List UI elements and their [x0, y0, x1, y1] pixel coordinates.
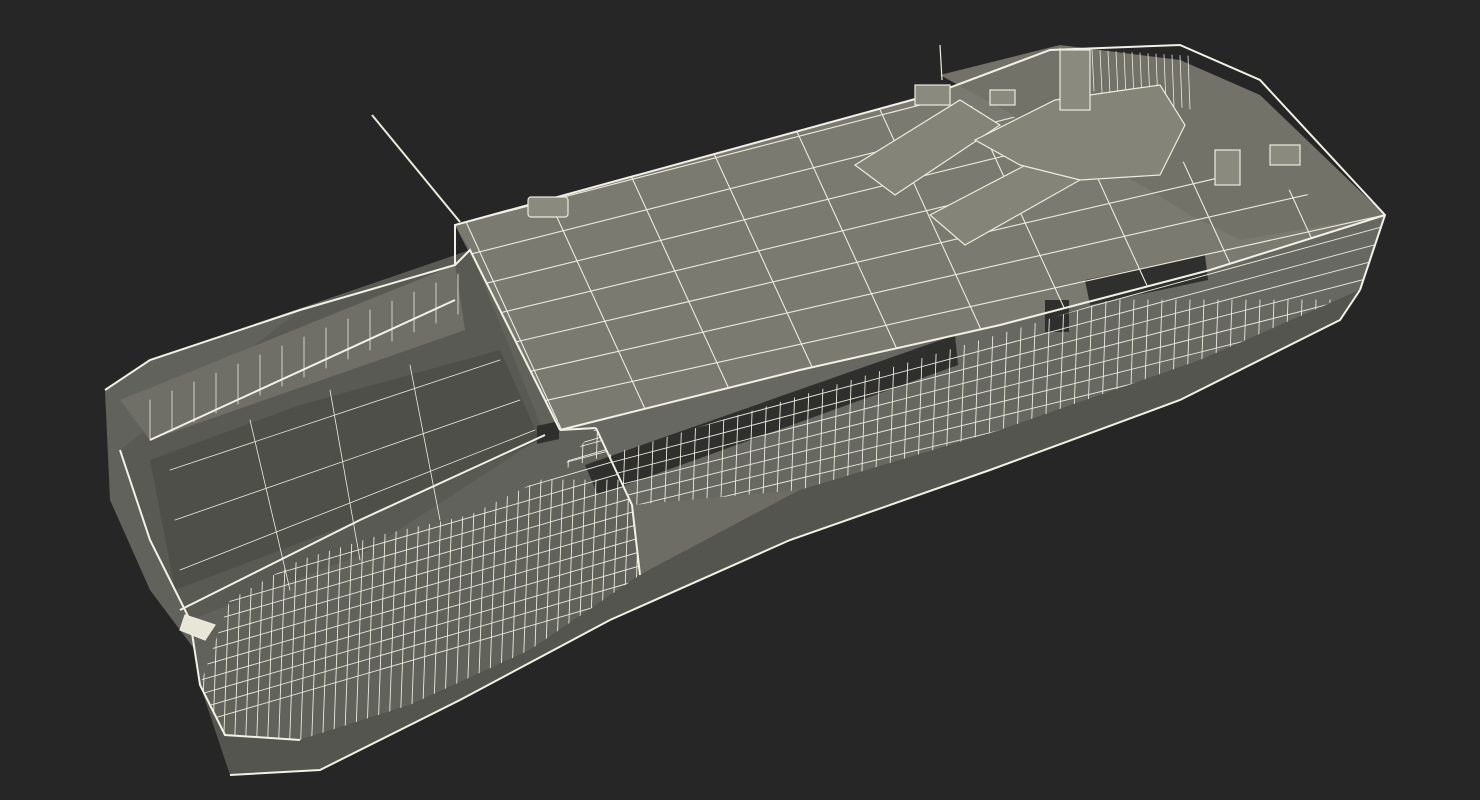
render-viewport	[0, 0, 1480, 800]
wire-line	[1303, 299, 1317, 505]
wire-line	[1317, 299, 1331, 505]
wire-line	[1289, 299, 1303, 505]
wire-line	[1345, 299, 1359, 505]
wire-line	[1388, 300, 1400, 640]
wire-line	[1359, 299, 1373, 505]
wire-line	[1373, 299, 1385, 505]
ship-render	[104, 43, 1400, 776]
antenna-mast	[371, 114, 461, 223]
wire-line	[1331, 299, 1345, 505]
